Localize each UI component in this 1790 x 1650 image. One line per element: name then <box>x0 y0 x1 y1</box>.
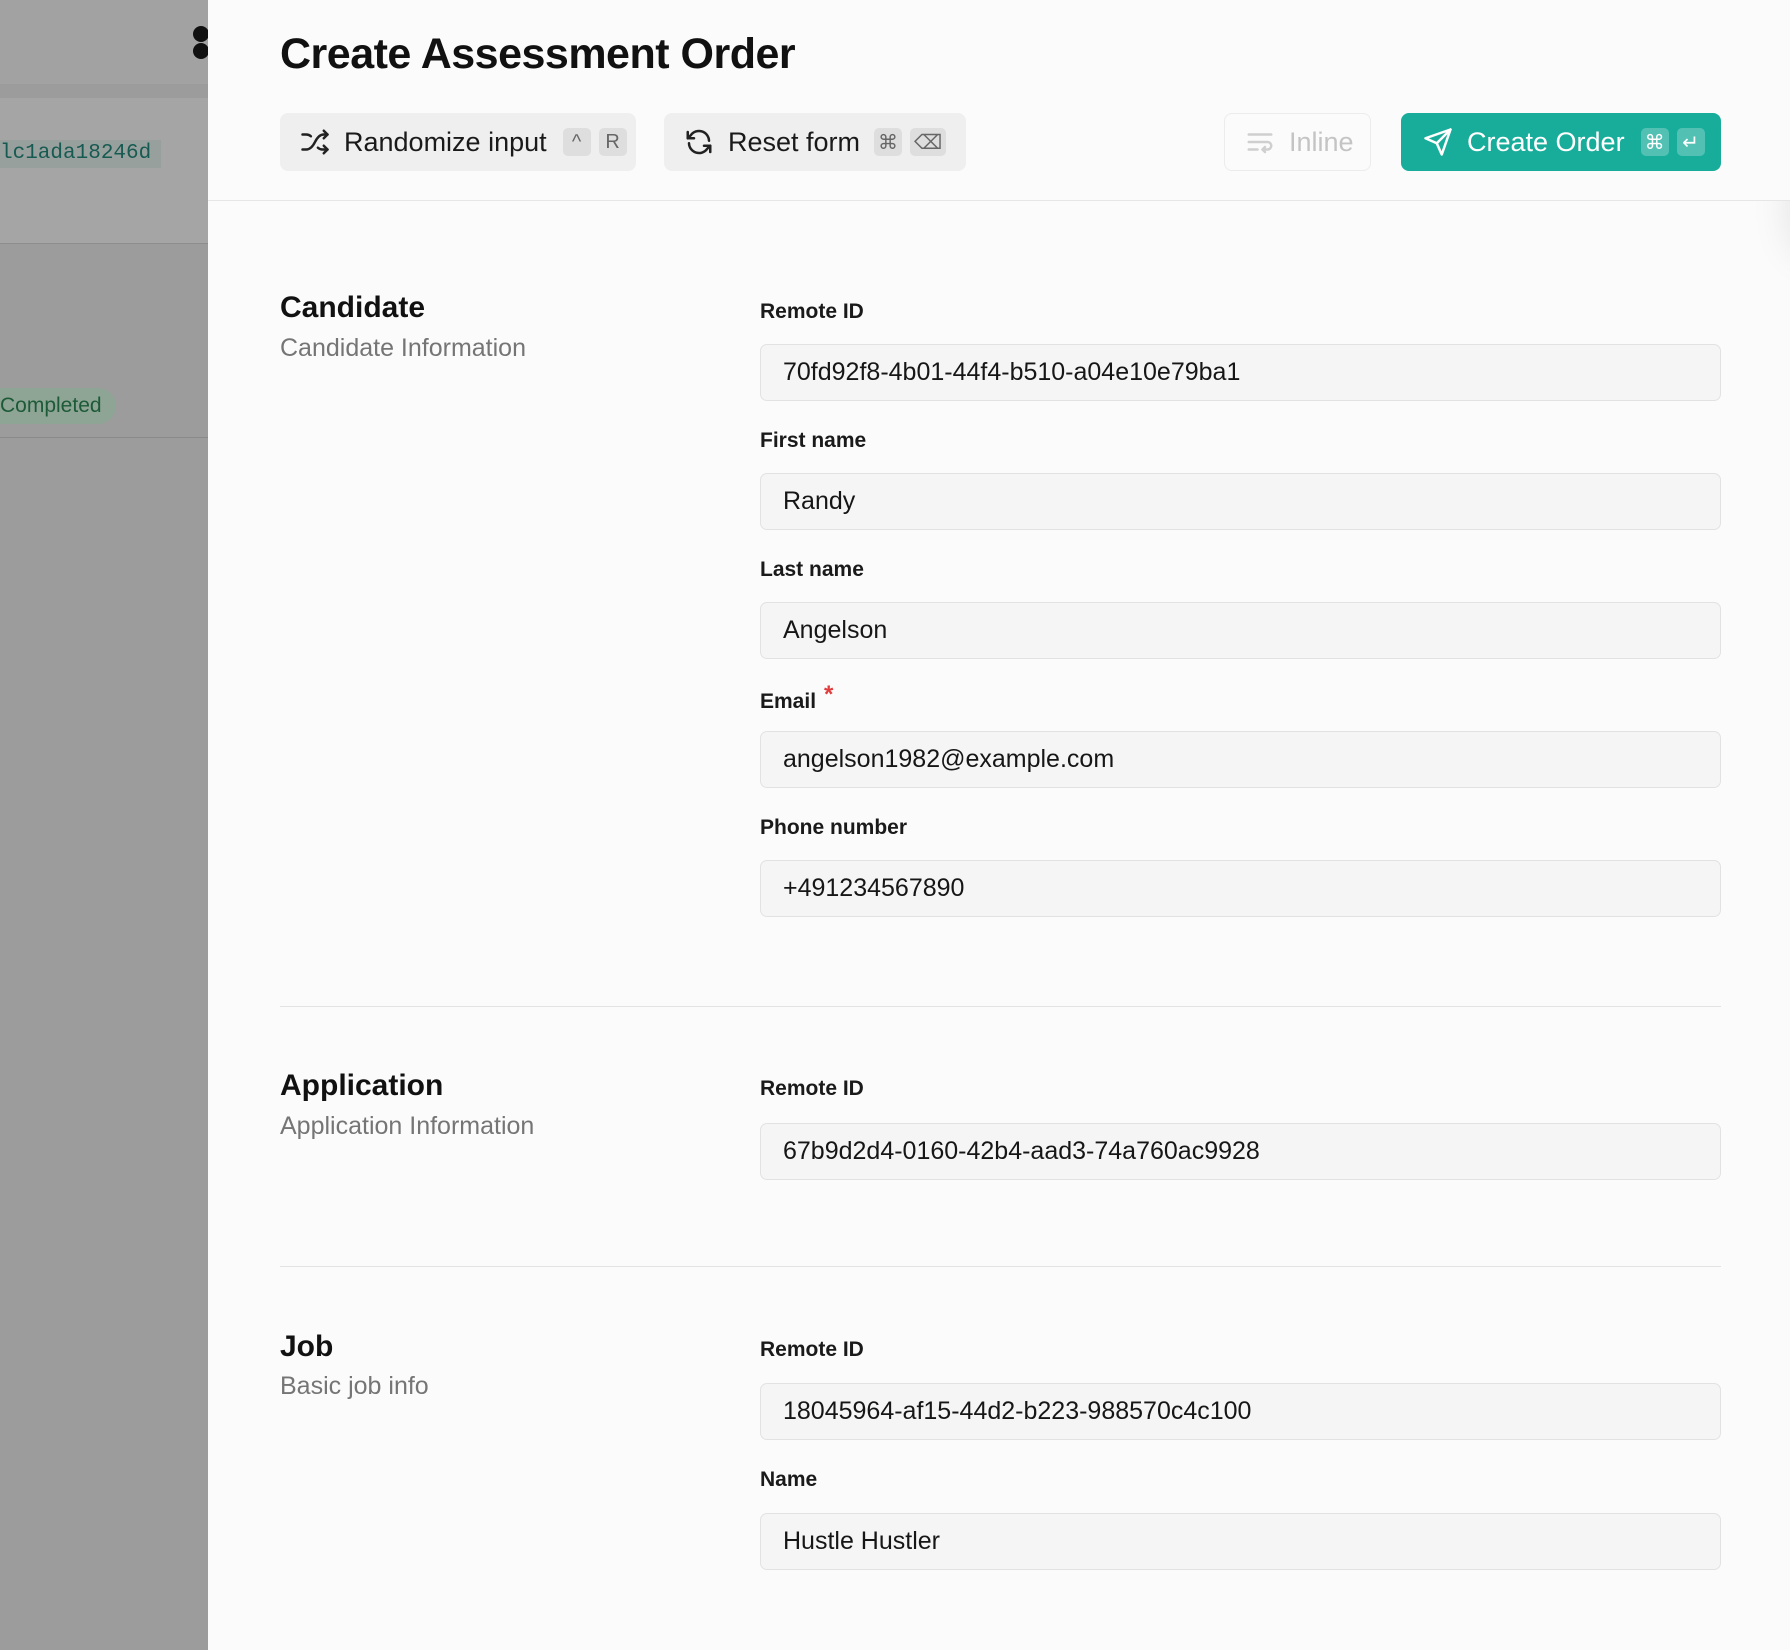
background-app: lc1ada18246d Completed <box>0 0 208 1650</box>
required-marker: * <box>824 681 834 708</box>
page-title: Create Assessment Order <box>280 30 796 78</box>
reset-form-label: Reset form <box>728 126 861 157</box>
section-subtitle: Application Information <box>280 1112 535 1140</box>
wrap-text-icon <box>1245 127 1275 157</box>
remote-id-label: Remote ID <box>760 300 864 323</box>
cmd-key-hint: ⌘ <box>1640 128 1669 156</box>
first-name-label: First name <box>760 429 867 452</box>
email-field[interactable] <box>760 731 1721 788</box>
randomize-input-button[interactable]: Randomize input ^ R <box>280 113 636 171</box>
backspace-key-hint: ⌫ <box>910 128 947 156</box>
background-topbar <box>0 0 208 84</box>
create-order-button[interactable]: Create Order ⌘ ↵ <box>1401 113 1721 171</box>
email-label: Email * <box>760 681 833 715</box>
section-divider <box>280 1266 1721 1267</box>
send-icon <box>1423 127 1453 157</box>
job-remote-id-input[interactable] <box>760 1383 1721 1440</box>
inline-toggle-button[interactable]: Inline <box>1224 113 1371 171</box>
application-section: Application Application Information Remo… <box>280 1065 1721 1185</box>
inline-label: Inline <box>1289 126 1354 157</box>
enter-key-hint: ↵ <box>1676 128 1705 156</box>
create-order-panel: Create Assessment Order Randomize input … <box>208 0 1790 1650</box>
first-name-input[interactable] <box>760 473 1721 530</box>
job-section: Job Basic job info Remote ID Name <box>280 1326 1721 1576</box>
job-name-label: Name <box>760 1468 818 1491</box>
panel-header: Create Assessment Order Randomize input … <box>208 0 1790 201</box>
shuffle-icon <box>300 127 330 157</box>
cmd-key-hint: ⌘ <box>874 128 903 156</box>
background-card <box>0 98 208 244</box>
candidate-section: Candidate Candidate Information Remote I… <box>280 288 1721 928</box>
section-divider <box>280 1006 1721 1007</box>
phone-number-input[interactable] <box>760 860 1721 917</box>
reset-form-button[interactable]: Reset form ⌘ ⌫ <box>664 113 966 171</box>
app-logo-icon <box>193 26 208 59</box>
application-remote-id-input[interactable] <box>760 1123 1721 1180</box>
section-title: Job <box>280 1330 334 1363</box>
create-order-label: Create Order <box>1467 126 1625 157</box>
randomize-input-label: Randomize input <box>344 126 547 157</box>
section-subtitle: Candidate Information <box>280 334 526 362</box>
status-badge: Completed <box>0 388 116 424</box>
email-label-text: Email <box>760 690 817 713</box>
phone-number-label: Phone number <box>760 816 908 839</box>
refresh-icon <box>684 127 714 157</box>
background-record-id: lc1ada18246d <box>0 140 162 168</box>
job-name-input[interactable] <box>760 1513 1721 1570</box>
last-name-label: Last name <box>760 558 864 581</box>
remote-id-label: Remote ID <box>760 1338 864 1361</box>
last-name-input[interactable] <box>760 602 1721 659</box>
candidate-remote-id-input[interactable] <box>760 344 1721 401</box>
section-title: Application <box>280 1069 444 1102</box>
ctrl-key-hint: ^ <box>562 128 591 156</box>
section-subtitle: Basic job info <box>280 1372 429 1400</box>
remote-id-label: Remote ID <box>760 1077 864 1100</box>
section-title: Candidate <box>280 291 426 324</box>
r-key-hint: R <box>598 128 627 156</box>
